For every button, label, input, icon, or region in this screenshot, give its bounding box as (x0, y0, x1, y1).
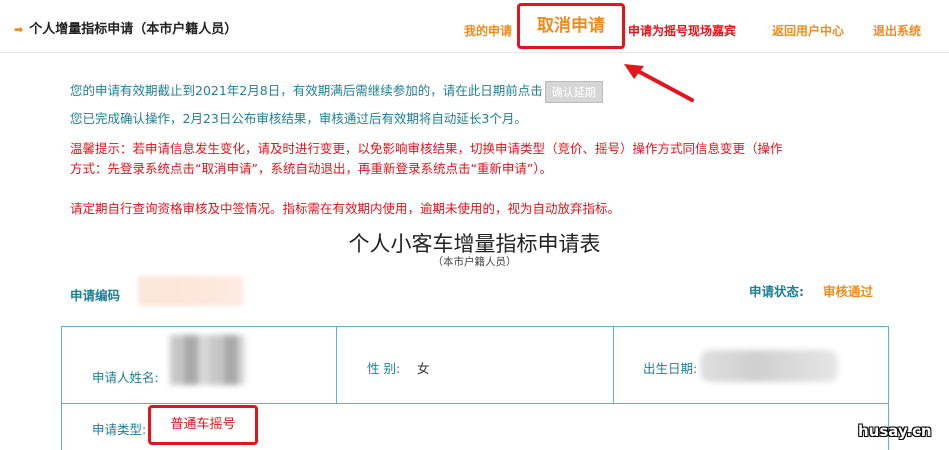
page-title-text: 个人增量指标申请（本市户籍人员） (29, 22, 238, 37)
form-subtitle: （本市户籍人员） (432, 256, 517, 268)
confirm-done-notice: 您已完成确认操作，2月23日公布审核结果，审核通过后有效期将自动延长3个月。 (70, 111, 527, 126)
applicant-name-label: 申请人姓名: (92, 370, 159, 385)
nav-logout[interactable]: 退出系统 (873, 22, 921, 39)
application-type-label: 申请类型: (92, 422, 147, 437)
gender-value: 女 (417, 361, 430, 376)
application-code-redacted (138, 276, 243, 306)
arrow-right-icon: ➡ (14, 23, 24, 36)
row-divider (62, 403, 888, 404)
applicant-name-redacted (170, 335, 245, 385)
status-value: 审核通过 (823, 284, 874, 299)
pointer-arrow-icon (624, 64, 694, 102)
application-code-label: 申请编码 (70, 288, 121, 303)
application-type-text: 普通车摇号 (170, 417, 236, 432)
cancel-application-label: 取消申请 (537, 16, 605, 36)
top-bar: ➡ 个人增量指标申请（本市户籍人员） 我的申请 取消申请 申请为摇号现场嘉宾 返回… (0, 0, 949, 53)
nav-my-application[interactable]: 我的申请 (464, 22, 512, 39)
validity-notice: 您的申请有效期截止到2021年2月8日，有效期满后需继续参加的，请在此日期前点击… (70, 80, 603, 103)
periodic-check-notice: 请定期自行查询资格审核及中签情况。指标需在有效期内使用，逾期未使用的，视为自动放… (70, 201, 621, 216)
gender-label: 性 别: (367, 361, 401, 376)
tip-line-2: 方式：先登录系统点击“取消申请”，系统自动退出，再重新登录系统点击“重新申请”）… (70, 161, 553, 176)
confirm-extend-button[interactable]: 确认延期 (544, 80, 603, 103)
application-type-value: 普通车摇号 (148, 405, 258, 445)
nav-back-user-center[interactable]: 返回用户中心 (772, 22, 844, 39)
column-divider (336, 327, 337, 403)
cancel-application-button[interactable]: 取消申请 (517, 3, 625, 49)
validity-text: 您的申请有效期截止到2021年2月8日，有效期满后需继续参加的，请在此日期前点击 (70, 83, 543, 98)
tip-line-1: 温馨提示：若申请信息发生变化，请及时进行变更，以免影响审核结果，切换申请类型（竞… (70, 141, 783, 156)
nav-apply-guest[interactable]: 申请为摇号现场嘉宾 (628, 22, 736, 39)
dob-label: 出生日期: (643, 361, 698, 376)
watermark: husay.cn (858, 422, 932, 440)
page-title: ➡ 个人增量指标申请（本市户籍人员） (14, 18, 237, 37)
column-divider (613, 327, 614, 403)
dob-redacted (700, 350, 838, 382)
status-label: 申请状态: (749, 284, 804, 299)
